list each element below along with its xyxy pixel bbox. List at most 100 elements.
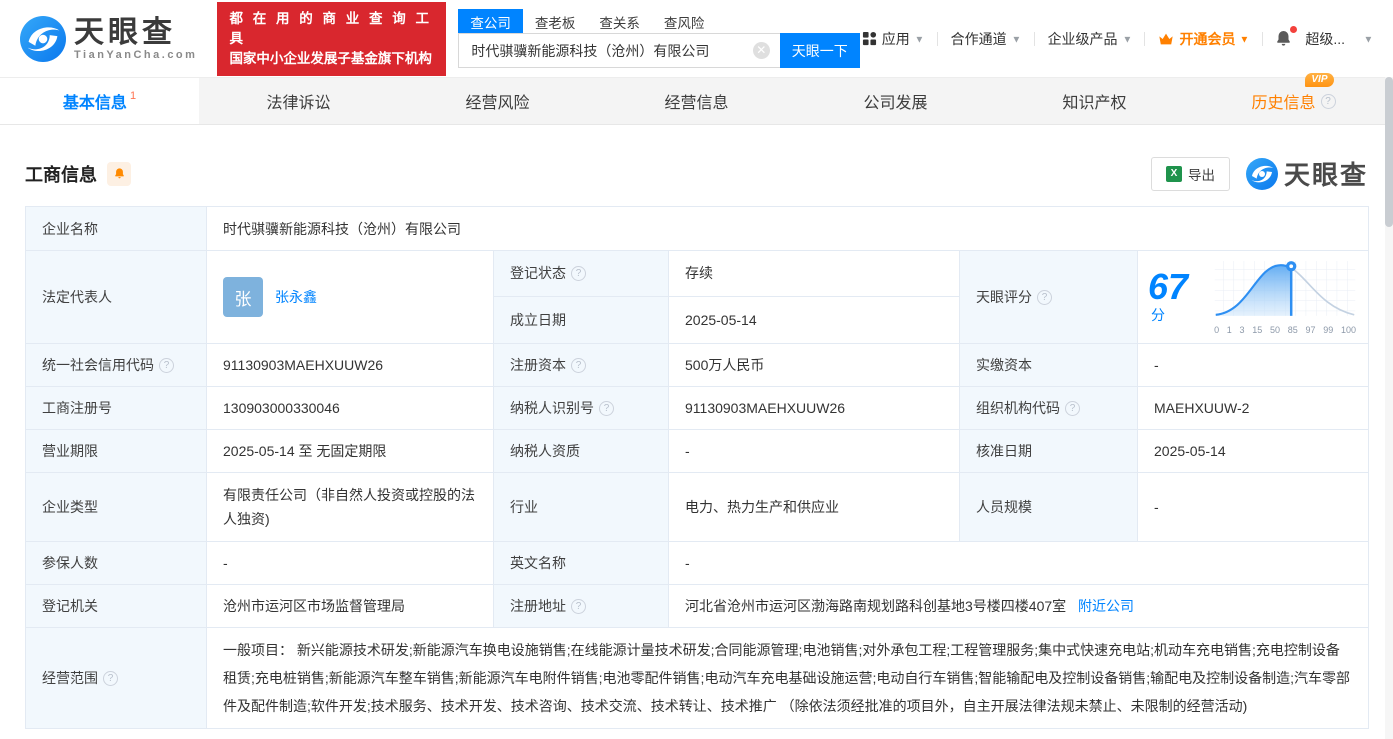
english-name-value: - (667, 541, 1370, 585)
help-icon[interactable]: ? (1065, 400, 1080, 416)
chevron-down-icon: ▼ (914, 33, 925, 44)
scrollbar-thumb[interactable] (1385, 77, 1393, 227)
credit-code-label-cell: 统一社会信用代码? (25, 343, 207, 387)
approval-date-label: 核准日期 (959, 429, 1138, 473)
score-label-cell: 天眼评分? (959, 250, 1138, 344)
score-cell: 67分 0 1 3 15 50 85 97 99 100 (1136, 250, 1370, 344)
nav-open-vip[interactable]: 开通会员 ▼ (1156, 29, 1251, 49)
clear-search-icon[interactable]: ✕ (752, 42, 770, 59)
score-unit: 分 (1151, 307, 1165, 323)
search-tab-boss[interactable]: 查老板 (523, 9, 588, 33)
taxpayer-id-label: 纳税人识别号 (510, 400, 594, 416)
slogan-line1: 都 在 用 的 商 业 查 询 工 具 (229, 10, 432, 46)
industry-value: 电力、热力生产和供应业 (668, 472, 960, 542)
insured-count-value: - (206, 541, 494, 585)
notification-dot (1290, 26, 1298, 33)
table-row: 企业名称 时代骐骥新能源科技（沧州）有限公司 (25, 206, 1370, 251)
tab-legal[interactable]: 法律诉讼 (199, 78, 398, 124)
reg-status-label: 登记状态 (510, 265, 566, 282)
tab-intellectual-property-label: 知识产权 (1062, 95, 1127, 112)
table-row: 法定代表人 张 张永鑫 登记状态? 存续 天眼评分? 67分 0 1 3 15 … (25, 250, 1370, 344)
tab-company-development-label: 公司发展 (863, 95, 928, 112)
reg-number-value: 130903000330046 (206, 386, 494, 430)
help-icon[interactable]: ? (571, 598, 586, 614)
reg-address-label-cell: 注册地址? (493, 584, 669, 628)
search-tab-relation[interactable]: 查关系 (587, 9, 652, 33)
monitor-bell-chip[interactable] (107, 161, 131, 186)
org-code-value: MAEHXUUW-2 (1136, 386, 1370, 430)
score-label: 天眼评分 (976, 289, 1032, 305)
nav-apps[interactable]: 应用 ▼ (860, 29, 926, 49)
nav-enterprise[interactable]: 企业级产品 ▼ (1046, 29, 1134, 49)
search-button[interactable]: 天眼一下 (779, 33, 860, 68)
scrollbar[interactable] (1385, 77, 1393, 739)
insured-count-label: 参保人数 (25, 541, 207, 585)
tab-intellectual-property[interactable]: 知识产权 (995, 78, 1194, 124)
chevron-down-icon: ▼ (1363, 33, 1374, 44)
brand-domain: TianYanCha.com (74, 48, 198, 61)
credit-code-label: 统一社会信用代码 (42, 357, 154, 373)
taxpayer-quality-value: - (668, 429, 960, 473)
company-type-label: 企业类型 (25, 472, 207, 542)
reg-status-value: 存续 (668, 250, 960, 297)
crown-icon (1159, 33, 1174, 44)
help-icon[interactable]: ? (1037, 289, 1052, 305)
reg-authority-value: 沧州市运河区市场监督管理局 (206, 584, 494, 628)
reg-number-label: 工商注册号 (25, 386, 207, 430)
search-input[interactable] (458, 33, 780, 68)
nav-divider (1033, 31, 1035, 46)
tab-basic-info[interactable]: 基本信息 1 (0, 78, 199, 124)
avatar[interactable]: 张 (223, 277, 263, 317)
taxpayer-quality-label: 纳税人资质 (493, 429, 669, 473)
search-tab-company[interactable]: 查公司 (458, 9, 523, 33)
search-tab-risk[interactable]: 查风险 (652, 9, 717, 33)
nearby-companies-link[interactable]: 附近公司 (1078, 598, 1134, 614)
paid-capital-value: - (1136, 343, 1370, 387)
nav-divider (1262, 31, 1264, 46)
excel-icon: X (1165, 165, 1182, 182)
tianyancha-logo[interactable]: 天眼查 TianYanCha.com (20, 15, 198, 62)
score-value: 67分 (1148, 269, 1198, 325)
reg-capital-label-cell: 注册资本? (493, 343, 669, 387)
nav-account-label: 超级... (1305, 30, 1346, 47)
help-icon[interactable]: ? (159, 357, 174, 373)
tab-operating-info-label: 经营信息 (664, 95, 729, 112)
search-area: 查公司 查老板 查关系 查风险 ✕ 天眼一下 (458, 9, 860, 68)
score-distribution-chart: 0 1 3 15 50 85 97 99 100 (1212, 259, 1358, 335)
paid-capital-label: 实缴资本 (959, 343, 1138, 387)
top-header: 天眼查 TianYanCha.com 都 在 用 的 商 业 查 询 工 具 国… (0, 0, 1393, 77)
help-icon[interactable]: ? (1320, 93, 1336, 109)
tab-history-info[interactable]: 历史信息 VIP ? (1194, 73, 1393, 124)
export-button-label: 导出 (1187, 167, 1215, 183)
reg-authority-label: 登记机关 (25, 584, 207, 628)
table-row: 工商注册号 130903000330046 纳税人识别号? 91130903MA… (25, 386, 1370, 430)
tianyancha-watermark: 天眼查 (1245, 155, 1368, 192)
tab-operating-info[interactable]: 经营信息 (597, 78, 796, 124)
approval-date-value: 2025-05-14 (1136, 429, 1370, 473)
taxpayer-id-label-cell: 纳税人识别号? (493, 386, 669, 430)
help-icon[interactable]: ? (103, 670, 118, 686)
help-icon[interactable]: ? (571, 357, 586, 373)
tab-operating-risk[interactable]: 经营风险 (398, 78, 597, 124)
vip-badge: VIP (1305, 73, 1334, 87)
nav-partner[interactable]: 合作通道 ▼ (949, 29, 1023, 49)
reg-capital-label: 注册资本 (510, 357, 566, 373)
company-name-label: 企业名称 (25, 206, 207, 251)
nav-account[interactable]: 超级... ▼ (1303, 29, 1375, 49)
legal-rep-link[interactable]: 张永鑫 (275, 287, 317, 307)
score-axis-labels: 0 1 3 15 50 85 97 99 100 (1214, 325, 1356, 335)
org-code-label-cell: 组织机构代码? (959, 386, 1138, 430)
reg-status-label-cell: 登记状态? (493, 250, 669, 297)
nav-divider (936, 31, 938, 46)
table-row: 参保人数 - 英文名称 - (25, 541, 1370, 585)
tab-company-development[interactable]: 公司发展 (796, 78, 995, 124)
watermark-brand-name: 天眼查 (1283, 160, 1368, 190)
export-button[interactable]: X 导出 (1150, 156, 1230, 191)
chevron-down-icon: ▼ (1122, 33, 1132, 44)
establish-date-value: 2025-05-14 (668, 295, 960, 345)
help-icon[interactable]: ? (571, 265, 586, 281)
tab-operating-risk-label: 经营风险 (465, 95, 530, 112)
notifications-bell[interactable] (1274, 26, 1298, 48)
section-title: 工商信息 (25, 164, 97, 185)
help-icon[interactable]: ? (599, 400, 614, 416)
